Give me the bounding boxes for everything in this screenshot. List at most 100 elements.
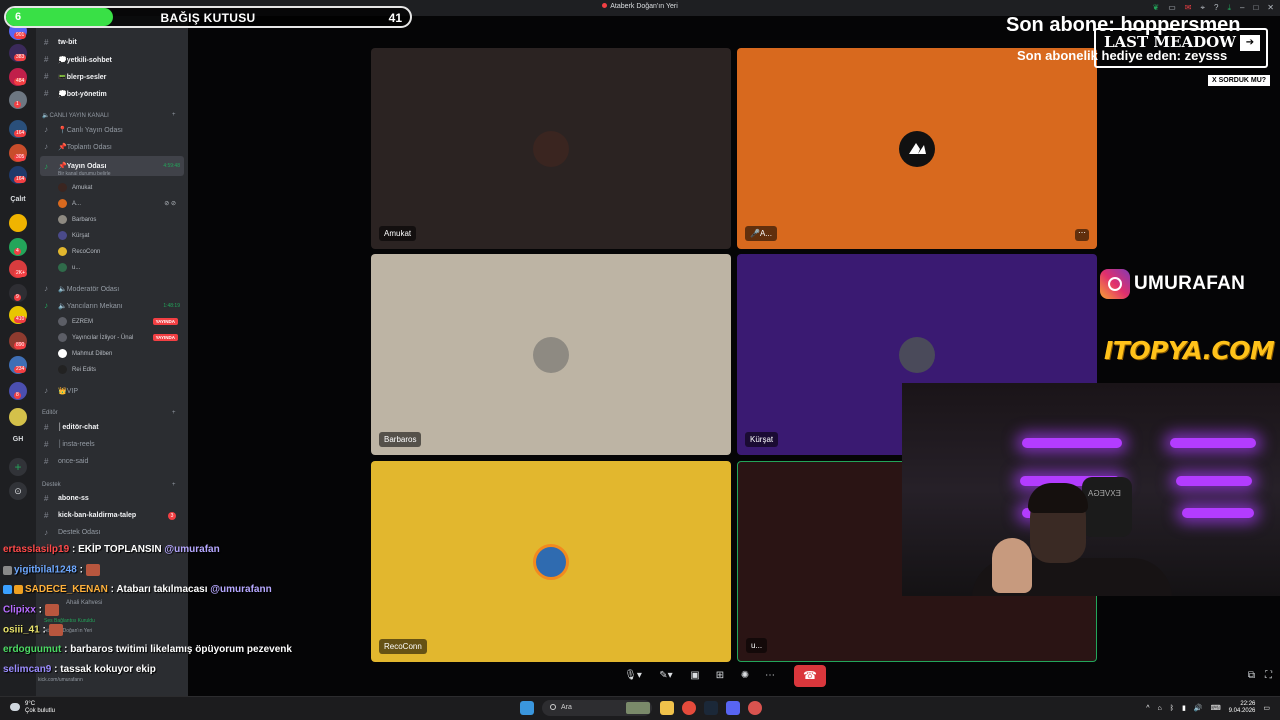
explore-servers-icon[interactable]: ⊙ — [9, 482, 27, 500]
voice-user[interactable]: RecoConn — [58, 245, 182, 258]
microphone-toggle-icon[interactable]: 🎙▾ — [620, 667, 646, 685]
channel-yancilarin-mekani[interactable]: ♪ 🔈Yancıların Mekanı 1:48:19 — [40, 299, 184, 312]
mail-icon[interactable]: ✉ — [1185, 3, 1192, 13]
leaf-icon[interactable]: ❦ — [1153, 3, 1160, 13]
inbox-icon[interactable]: ▭ — [1168, 3, 1176, 13]
disconnect-button[interactable]: ☎ — [794, 665, 826, 687]
popout-icon[interactable]: ⧉ — [1248, 670, 1255, 681]
text-channel-icon: # — [44, 511, 49, 520]
gh-folder-label[interactable]: GH — [0, 436, 36, 443]
pin-icon[interactable]: ⌖ — [1200, 3, 1205, 13]
avatar — [533, 544, 569, 580]
battery-icon[interactable]: ▮ — [1182, 704, 1186, 712]
fullscreen-icon[interactable]: ⛶ — [1265, 670, 1272, 681]
server-badge: 383 — [14, 54, 27, 61]
chrome-icon[interactable] — [682, 701, 696, 715]
voice-user[interactable]: Kürşat — [58, 229, 182, 242]
steam-icon[interactable] — [704, 701, 718, 715]
activities-icon[interactable]: ⊞ — [711, 667, 729, 685]
channel-kick-ban[interactable]: # kick-ban-kaldirma-talep 3 — [40, 509, 184, 522]
chat-message: erdoguumut : barbaros twitimi likelamış … — [3, 644, 303, 664]
avatar — [58, 199, 67, 208]
voice-user[interactable]: u... — [58, 261, 182, 274]
channel-yetkili-sohbet[interactable]: # 💭yetkili-sohbet — [40, 53, 184, 66]
channel-insta-reels[interactable]: # │insta-reels — [40, 438, 184, 451]
last-subscriber: Son abone: hoppersmen — [1006, 14, 1241, 36]
voice-user[interactable]: EZREM YAYINDA — [58, 315, 182, 328]
category-support[interactable]: Destek + — [42, 482, 176, 488]
video-tile[interactable]: RecoConn — [371, 461, 731, 662]
voice-user[interactable]: Barbaros — [58, 213, 182, 226]
server-icon-8[interactable] — [9, 214, 27, 232]
server-badge: 305 — [14, 154, 27, 161]
headset — [1082, 477, 1132, 537]
file-explorer-icon[interactable] — [660, 701, 674, 715]
more-options-icon[interactable]: ⋯ — [1075, 229, 1089, 241]
soundboard-icon[interactable]: ✺ — [736, 667, 754, 685]
channel-name: kick-ban-kaldirma-talep — [58, 512, 137, 519]
obs-icon[interactable] — [748, 701, 762, 715]
chat-text: tassak kokuyor ekip — [60, 664, 156, 675]
chat-user: SADECE_KENAN — [25, 584, 108, 595]
avatar — [533, 131, 569, 167]
person-hand — [992, 538, 1032, 593]
taskbar-search[interactable]: Ara — [542, 700, 652, 716]
video-tile[interactable]: 🎤A... ⋯ — [737, 48, 1097, 249]
add-channel-icon[interactable]: + — [172, 112, 176, 118]
close-icon[interactable]: ✕ — [1267, 3, 1274, 13]
add-channel-icon[interactable]: + — [172, 410, 176, 416]
channel-editor-chat[interactable]: # │editör-chat — [40, 421, 184, 434]
channel-vip[interactable]: ♪ 👑VIP — [40, 384, 184, 397]
category-editor[interactable]: Editör + — [42, 410, 176, 416]
channel-tw-bit[interactable]: # tw-bit — [40, 36, 184, 49]
discord-icon[interactable] — [726, 701, 740, 715]
server-badge: 901 — [14, 32, 27, 39]
channel-destek-odasi[interactable]: ♪ Destek Odası — [40, 526, 184, 539]
channel-canli-yayin-odasi[interactable]: ♪ 📍Canlı Yayın Odası — [40, 123, 184, 136]
volume-icon[interactable]: 🔊 — [1194, 704, 1203, 712]
more-icon[interactable]: ⋯ — [761, 667, 779, 685]
channel-abone-ss[interactable]: # abone-ss — [40, 492, 184, 505]
help-icon[interactable]: ? — [1214, 3, 1218, 13]
folder-label[interactable]: Çalıt — [0, 196, 36, 203]
channel-toplanti-odasi[interactable]: ♪ 📌Toplantı Odası — [40, 140, 184, 153]
bluetooth-icon[interactable]: ᛒ — [1170, 705, 1174, 712]
instagram-handle: UMURAFAN — [1100, 269, 1245, 299]
video-tile[interactable]: Amukat — [371, 48, 731, 249]
clock[interactable]: 22:26 9.04.2026 — [1229, 701, 1256, 715]
start-icon[interactable] — [520, 701, 534, 715]
channel-moderator-odasi[interactable]: ♪ 🔈Moderatör Odası — [40, 282, 184, 295]
add-channel-icon[interactable]: + — [172, 482, 176, 488]
channel-status-hint[interactable]: Bir kanal durumu belirle — [58, 171, 111, 177]
voice-user[interactable]: Yayıncılar İzliyor - Ünal YAYINDA — [58, 331, 182, 344]
voice-user[interactable]: A... ⊘ ⊘ — [58, 197, 182, 210]
video-tile[interactable]: Barbaros — [371, 254, 731, 455]
network-icon[interactable]: ⌂ — [1158, 705, 1162, 712]
add-server-icon[interactable]: + — [9, 458, 27, 476]
screen-share-icon[interactable]: ▣ — [686, 667, 704, 685]
chat-text: barbaros twitimi likelamış öpüyorum peze… — [70, 644, 292, 655]
camera-toggle-icon[interactable]: ✎▾ — [653, 667, 679, 685]
voice-user[interactable]: Amukat — [58, 181, 182, 194]
person-hair — [1028, 483, 1088, 513]
notification-icon[interactable]: ▭ — [1263, 704, 1270, 712]
channel-timer: 4:59:48 — [163, 163, 180, 169]
channel-bot-yonetim[interactable]: # 💭bot-yönetim — [40, 87, 184, 100]
voice-user[interactable]: Mahmut Dilben — [58, 347, 182, 360]
chat-separator: : — [76, 564, 86, 576]
user-panel-link[interactable]: kick.com/umurafann — [38, 677, 83, 683]
voice-channel-icon: ♪ — [44, 528, 48, 537]
chevron-up-icon[interactable]: ^ — [1146, 705, 1149, 712]
weather-widget[interactable]: 9°C Çok bulutlu — [10, 701, 55, 715]
category-live[interactable]: 🔈CANLI YAYIN KANALI + — [42, 112, 176, 119]
channel-once-said[interactable]: # once-said — [40, 455, 184, 468]
channel-blerp-sesler[interactable]: # 📟blerp-sesler — [40, 70, 184, 83]
maximize-icon[interactable]: □ — [1253, 3, 1258, 13]
language-icon[interactable]: ⌨ — [1211, 704, 1221, 712]
voice-user[interactable]: Rei Edits — [58, 363, 182, 376]
download-icon[interactable]: ⤓ — [1227, 3, 1231, 13]
tile-label: RecoConn — [379, 639, 427, 654]
server-badge: 1 — [14, 101, 21, 108]
minimize-icon[interactable]: – — [1240, 3, 1244, 13]
server-icon-16[interactable] — [9, 408, 27, 426]
